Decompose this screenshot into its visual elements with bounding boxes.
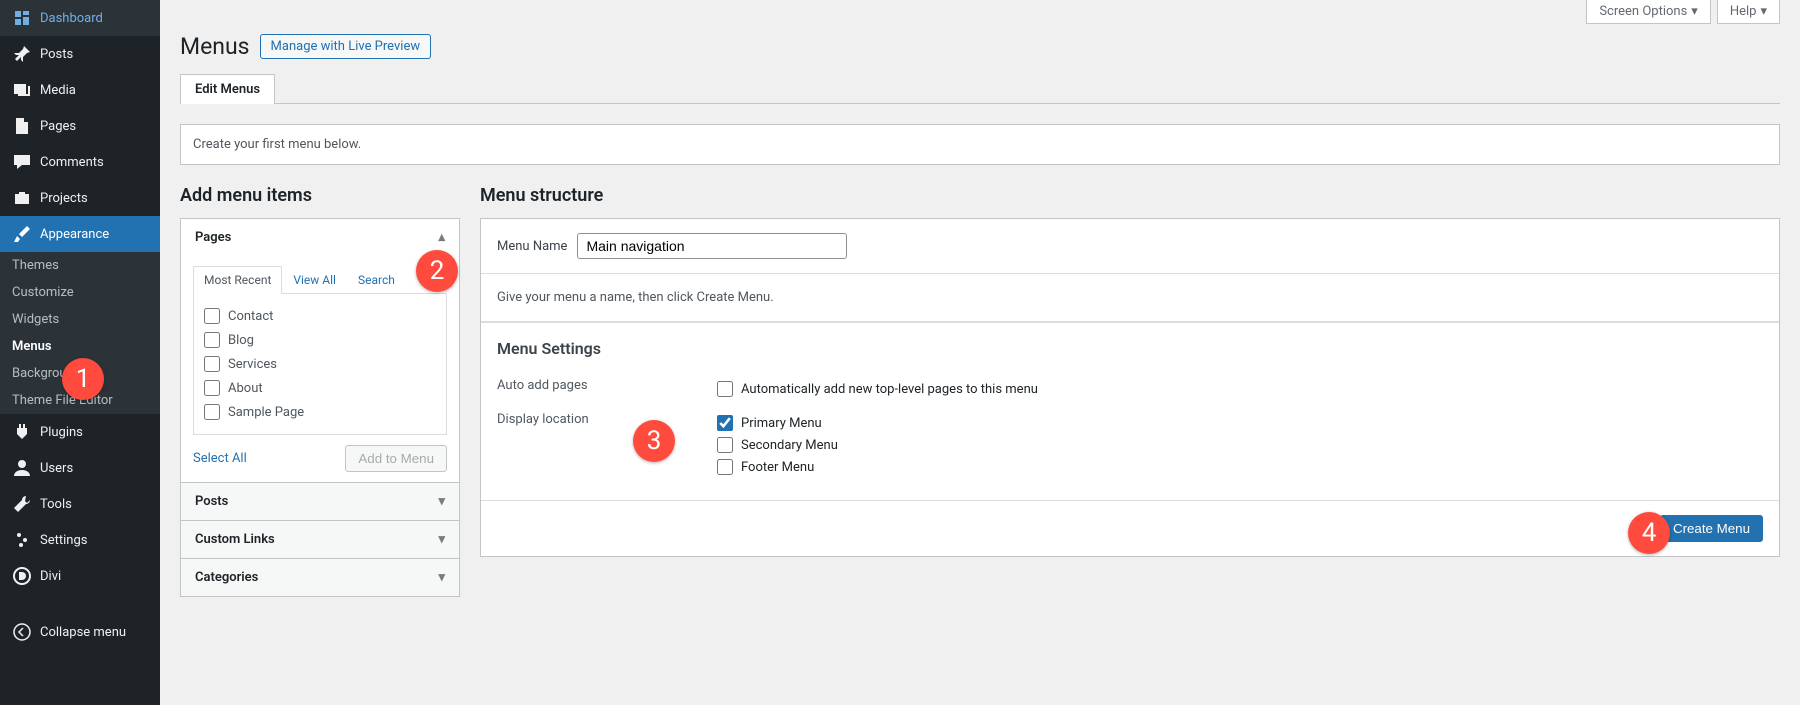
annotation-badge-3: 3 xyxy=(633,420,675,462)
sub-customize[interactable]: Customize xyxy=(0,279,160,306)
media-icon xyxy=(12,80,32,100)
add-to-menu-button[interactable]: Add to Menu xyxy=(345,445,447,472)
menu-name-label: Menu Name xyxy=(497,239,567,254)
tab-edit-menus[interactable]: Edit Menus xyxy=(180,74,275,104)
acc-pages-head[interactable]: Pages▴ xyxy=(181,219,459,256)
chevron-down-icon: ▾ xyxy=(438,532,445,547)
sidebar-item-comments[interactable]: Comments xyxy=(0,144,160,180)
sidebar-label: Dashboard xyxy=(40,11,103,26)
sub-themes[interactable]: Themes xyxy=(0,252,160,279)
menu-structure-title: Menu structure xyxy=(480,185,1780,206)
sidebar-label: Divi xyxy=(40,569,61,584)
portfolio-icon xyxy=(12,188,32,208)
page-item[interactable]: Blog xyxy=(202,328,438,352)
collapse-label: Collapse menu xyxy=(40,625,126,640)
page-item[interactable]: Sample Page xyxy=(202,400,438,424)
create-menu-button[interactable]: Create Menu xyxy=(1660,515,1763,542)
divi-icon xyxy=(12,566,32,586)
collapse-icon xyxy=(12,622,32,642)
comment-icon xyxy=(12,152,32,172)
sidebar-label: Tools xyxy=(40,497,72,512)
tab-view-all[interactable]: View All xyxy=(282,266,347,293)
sidebar-item-posts[interactable]: Posts xyxy=(0,36,160,72)
sidebar-label: Settings xyxy=(40,533,87,548)
dashboard-icon xyxy=(12,8,32,28)
sidebar-label: Plugins xyxy=(40,425,83,440)
location-checkbox[interactable] xyxy=(717,437,733,453)
screen-options-button[interactable]: Screen Options▾ xyxy=(1586,0,1711,24)
chevron-down-icon: ▾ xyxy=(438,570,445,585)
page-item[interactable]: Contact xyxy=(202,304,438,328)
menu-help-text: Give your menu a name, then click Create… xyxy=(481,274,1779,322)
acc-posts-head[interactable]: Posts▾ xyxy=(181,483,459,520)
wrench-icon xyxy=(12,494,32,514)
sidebar-item-plugins[interactable]: Plugins xyxy=(0,414,160,450)
page-title: Menus xyxy=(180,33,250,60)
page-checkbox[interactable] xyxy=(204,404,220,420)
notice: Create your first menu below. xyxy=(180,124,1780,165)
annotation-badge-4: 4 xyxy=(1628,512,1670,554)
page-checkbox[interactable] xyxy=(204,332,220,348)
sidebar-item-appearance[interactable]: Appearance xyxy=(0,216,160,252)
sidebar-label: Projects xyxy=(40,191,88,206)
user-icon xyxy=(12,458,32,478)
acc-categories-head[interactable]: Categories▾ xyxy=(181,559,459,596)
select-all-link[interactable]: Select All xyxy=(193,451,247,466)
pin-icon xyxy=(12,44,32,64)
auto-add-checkbox[interactable] xyxy=(717,381,733,397)
menu-frame: Menu Name Give your menu a name, then cl… xyxy=(480,218,1780,557)
sliders-icon xyxy=(12,530,32,550)
page-item[interactable]: Services xyxy=(202,352,438,376)
sidebar-label: Posts xyxy=(40,47,73,62)
page-checkbox[interactable] xyxy=(204,356,220,372)
location-secondary[interactable]: Secondary Menu xyxy=(717,434,838,456)
sub-menus[interactable]: Menus xyxy=(0,333,160,360)
location-footer[interactable]: Footer Menu xyxy=(717,456,838,478)
brush-icon xyxy=(12,224,32,244)
location-checkbox[interactable] xyxy=(717,459,733,475)
collapse-menu[interactable]: Collapse menu xyxy=(0,614,160,650)
auto-add-label: Auto add pages xyxy=(497,378,717,393)
auto-add-option[interactable]: Automatically add new top-level pages to… xyxy=(717,378,1038,400)
sidebar-item-settings[interactable]: Settings xyxy=(0,522,160,558)
menu-name-input[interactable] xyxy=(577,233,847,259)
location-primary[interactable]: Primary Menu xyxy=(717,412,838,434)
live-preview-button[interactable]: Manage with Live Preview xyxy=(260,34,432,59)
chevron-down-icon: ▾ xyxy=(1691,4,1698,19)
chevron-down-icon: ▾ xyxy=(438,494,445,509)
location-checkbox[interactable] xyxy=(717,415,733,431)
add-items-title: Add menu items xyxy=(180,185,460,206)
annotation-badge-2: 2 xyxy=(416,250,458,292)
tab-most-recent[interactable]: Most Recent xyxy=(193,266,282,294)
nav-tabs: Edit Menus xyxy=(180,74,1780,104)
sidebar-label: Comments xyxy=(40,155,104,170)
sidebar-label: Appearance xyxy=(40,227,109,242)
sidebar-item-users[interactable]: Users xyxy=(0,450,160,486)
sidebar-label: Media xyxy=(40,83,76,98)
annotation-badge-1: 1 xyxy=(62,358,104,400)
page-icon xyxy=(12,116,32,136)
sidebar-item-dashboard[interactable]: Dashboard xyxy=(0,0,160,36)
sidebar-label: Pages xyxy=(40,119,76,134)
page-item[interactable]: About xyxy=(202,376,438,400)
sidebar-item-media[interactable]: Media xyxy=(0,72,160,108)
admin-sidebar: Dashboard Posts Media Pages Comments Pro… xyxy=(0,0,160,705)
sub-widgets[interactable]: Widgets xyxy=(0,306,160,333)
menu-settings-title: Menu Settings xyxy=(497,339,1763,358)
main-content: Screen Options▾ Help▾ Menus Manage with … xyxy=(160,0,1800,705)
sidebar-item-pages[interactable]: Pages xyxy=(0,108,160,144)
plugin-icon xyxy=(12,422,32,442)
display-location-label: Display location xyxy=(497,412,717,427)
tab-search[interactable]: Search xyxy=(347,266,406,293)
chevron-down-icon: ▾ xyxy=(1760,4,1767,19)
acc-custom-links-head[interactable]: Custom Links▾ xyxy=(181,521,459,558)
page-checkbox[interactable] xyxy=(204,380,220,396)
page-checkbox[interactable] xyxy=(204,308,220,324)
chevron-up-icon: ▴ xyxy=(438,230,445,245)
sidebar-item-divi[interactable]: Divi xyxy=(0,558,160,594)
sidebar-item-tools[interactable]: Tools xyxy=(0,486,160,522)
sidebar-item-projects[interactable]: Projects xyxy=(0,180,160,216)
sidebar-label: Users xyxy=(40,461,73,476)
help-button[interactable]: Help▾ xyxy=(1717,0,1780,24)
